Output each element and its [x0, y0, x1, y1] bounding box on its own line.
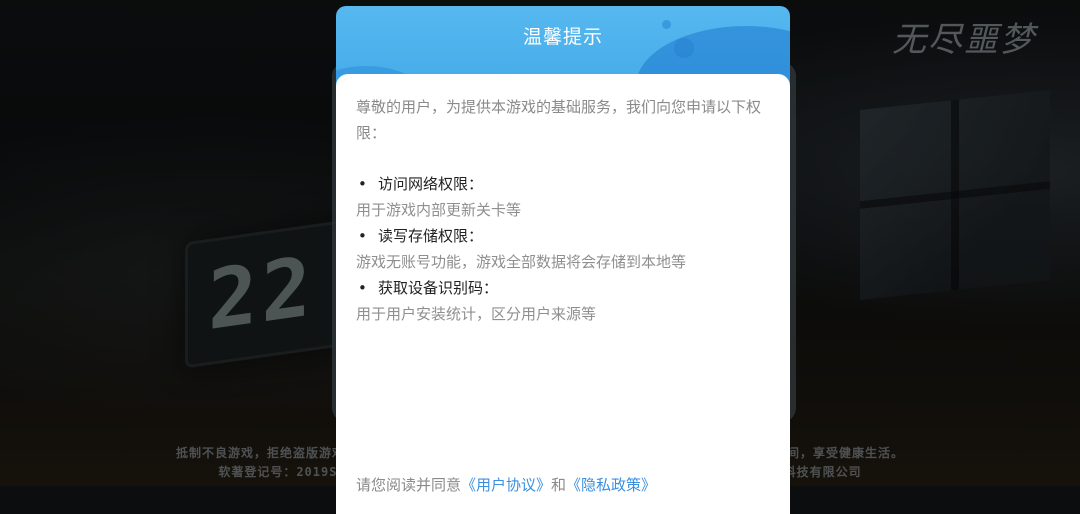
- bullet: •: [358, 227, 367, 245]
- dialog-intro: 尊敬的用户，为提供本游戏的基础服务，我们向您申请以下权限：: [356, 98, 762, 142]
- bullet: •: [358, 279, 367, 297]
- dialog-title: 温馨提示: [522, 26, 603, 48]
- agreement-and: 和: [551, 476, 567, 494]
- user-agreement-link[interactable]: 《用户协议》: [461, 476, 551, 494]
- agreement-line: 请您阅读并同意《用户协议》和《隐私政策》: [356, 474, 656, 495]
- permission-desc: 用于用户安装统计，区分用户来源等: [356, 305, 597, 323]
- privacy-policy-link[interactable]: 《隐私政策》: [566, 476, 656, 494]
- agreement-prefix: 请您阅读并同意: [356, 476, 462, 494]
- permission-desc: 游戏无账号功能，游戏全部数据将会存储到本地等: [356, 253, 687, 271]
- permission-title: • 读写存储权限：: [358, 227, 484, 245]
- permission-title: • 获取设备识别码：: [358, 279, 499, 297]
- permission-desc: 用于游戏内部更新关卡等: [356, 201, 522, 219]
- permission-title: • 访问网络权限：: [358, 175, 484, 193]
- bullet: •: [358, 175, 367, 193]
